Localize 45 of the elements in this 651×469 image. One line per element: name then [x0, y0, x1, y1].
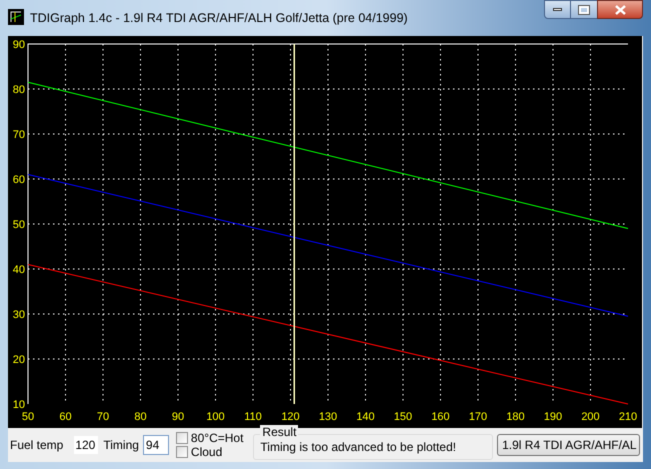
y-tick-label: 30	[12, 309, 25, 321]
x-tick-label: 50	[22, 411, 34, 423]
engine-dropdown[interactable]: 1.9l R4 TDI AGR/AHF/AL	[497, 434, 640, 456]
checkbox[interactable]	[176, 432, 188, 444]
result-title: Result	[260, 425, 298, 439]
x-tick-label: 180	[506, 411, 525, 423]
x-tick-label: 90	[172, 411, 184, 423]
checkbox-label: Cloud	[190, 445, 222, 459]
fuel-temp-label: Fuel temp	[10, 437, 64, 454]
y-tick-label: 70	[12, 129, 25, 141]
x-tick-label: 140	[356, 411, 375, 423]
y-tick-label: 60	[12, 174, 25, 186]
x-tick-label: 110	[244, 411, 262, 423]
x-tick-label: 120	[281, 411, 300, 423]
close-button[interactable]	[597, 0, 643, 19]
window-title: TDIGraph 1.4c - 1.9l R4 TDI AGR/AHF/ALH Golf/Jetta (pre 04/1999)	[30, 10, 409, 27]
x-tick-label: 210	[618, 411, 638, 423]
y-tick-label: 80	[12, 84, 25, 96]
x-tick-label: 80	[134, 411, 147, 423]
timing-field[interactable]: 94	[142, 435, 169, 455]
y-tick-label: 40	[12, 264, 25, 276]
x-tick-label: 100	[206, 411, 225, 423]
x-tick-label: 160	[431, 411, 450, 423]
x-tick-label: 130	[318, 411, 338, 423]
x-tick-label: 150	[394, 411, 412, 423]
x-tick-label: 200	[581, 411, 600, 423]
maximize-button[interactable]	[571, 0, 597, 19]
maximize-icon	[579, 6, 589, 14]
y-tick-label: 50	[12, 219, 25, 231]
close-icon	[614, 4, 626, 14]
y-tick-label: 20	[12, 354, 25, 366]
checkbox-label: 80°C=Hot	[190, 431, 244, 445]
y-tick-label: 90	[12, 39, 25, 51]
x-tick-label: 190	[544, 411, 562, 423]
x-tick-label: 70	[96, 411, 110, 423]
app-icon	[8, 9, 24, 25]
x-tick-label: 170	[468, 411, 488, 423]
y-tick-label: 10	[12, 399, 25, 411]
result-text: Timing is too advanced to be plotted!	[260, 440, 456, 454]
checkbox[interactable]	[176, 446, 188, 458]
timing-label: Timing	[103, 437, 139, 454]
fuel-temp-field[interactable]: 120	[73, 435, 100, 455]
x-tick-label: 60	[59, 411, 72, 423]
minimize-icon	[553, 8, 562, 11]
minimize-button[interactable]	[544, 0, 571, 19]
